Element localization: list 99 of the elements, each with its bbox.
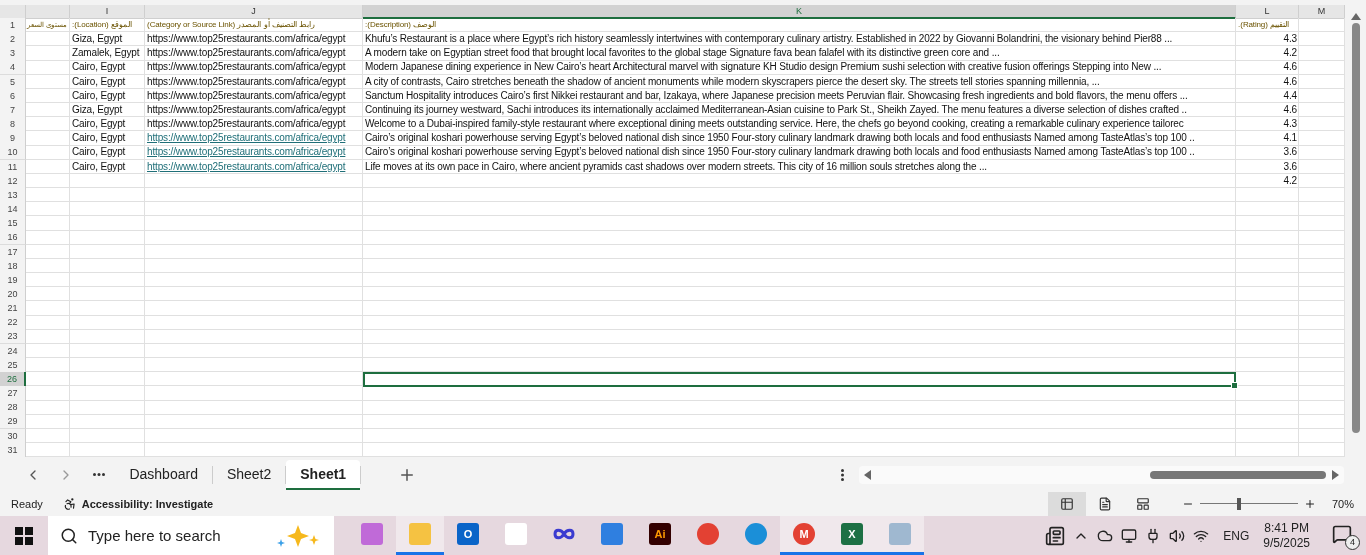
table-cell-text: Continuing its journey westward, Sachi introduces its internationally acclaimed Mediterranean-Asian cuisine to Park St., Sheikh Zayed. The menu features a diverse selection of dishes crafted .. bbox=[364, 102, 1188, 117]
taskbar-button[interactable]: M bbox=[780, 516, 828, 555]
news-icon[interactable] bbox=[1045, 525, 1066, 546]
row-header[interactable]: 4 bbox=[0, 60, 26, 76]
table-cell-text: Giza, Egypt bbox=[71, 102, 124, 117]
table-cell-text: https://www.top25restaurants.com/africa/egypt bbox=[146, 74, 347, 89]
view-button[interactable] bbox=[1047, 492, 1086, 516]
folder-icon bbox=[409, 523, 431, 545]
table-cell-text: 4.6 bbox=[1282, 60, 1298, 75]
app-icon bbox=[601, 523, 623, 545]
table-cell-text: Cairo’s original koshari powerhouse serving Egypt’s beloved national dish since 1950 Four-story culinary landmark drawing both locals and food enthusiasts Named among TasteAtlas’s top 100 .. bbox=[364, 131, 1196, 146]
search-field[interactable]: Type here to search bbox=[48, 516, 334, 555]
accessibility-icon bbox=[62, 497, 77, 511]
table-cell-text: Welcome to a Dubai-inspired family-style restaurant where exceptional dining meets outstanding service. Here, the chefs go beyond cooking, creating a remarkable culinary experience tailorec bbox=[364, 117, 1185, 132]
volume-icon[interactable] bbox=[1169, 527, 1186, 544]
infinity-icon bbox=[552, 527, 576, 541]
clock[interactable]: 8:41 PM 9/5/2025 bbox=[1263, 520, 1310, 551]
table-cell-text: 4.3 bbox=[1282, 32, 1298, 47]
column-header[interactable]: M bbox=[1299, 5, 1345, 19]
sheet-tab[interactable]: Sheet2 bbox=[212, 459, 286, 490]
link[interactable]: https://www.top25restaurants.com/africa/egypt bbox=[145, 159, 363, 175]
table-cell-text: https://www.top25restaurants.com/africa/egypt bbox=[146, 60, 347, 75]
column-header[interactable]: L bbox=[1236, 5, 1299, 19]
more-icon bbox=[840, 468, 844, 481]
row-header[interactable]: 29 bbox=[0, 414, 26, 430]
zoom-level: 70% bbox=[1331, 498, 1354, 510]
spreadsheet-icon: X bbox=[841, 523, 863, 545]
table-cell-text: 4.6 bbox=[1282, 102, 1298, 117]
taskbar-button[interactable] bbox=[876, 516, 924, 555]
table-cell-text: https://www.top25restaurants.com/africa/egypt bbox=[146, 117, 347, 132]
zoom-in-button[interactable] bbox=[1303, 498, 1316, 510]
taskbar-button[interactable]: O bbox=[444, 516, 492, 555]
more-icon bbox=[92, 473, 105, 476]
table-cell-text: Giza, Egypt bbox=[71, 32, 124, 47]
sheet-tab[interactable]: Sheet1 bbox=[286, 459, 361, 490]
row-header[interactable]: 16 bbox=[0, 230, 26, 246]
header-cell-text: الموقع (Location): bbox=[71, 19, 133, 31]
column-header[interactable]: I bbox=[70, 5, 145, 19]
table-cell-text: https://www.top25restaurants.com/africa/egypt bbox=[146, 32, 347, 47]
table-cell-text: 3.6 bbox=[1282, 145, 1298, 160]
search-icon bbox=[60, 526, 78, 545]
table-cell-text: 3.6 bbox=[1282, 159, 1298, 174]
table-cell-text: https://www.top25restaurants.com/africa/egypt bbox=[146, 46, 347, 61]
monitor-icon[interactable] bbox=[1121, 527, 1138, 544]
window-icon bbox=[889, 523, 911, 545]
table-cell-text: Khufu’s Restaurant is a place where Egypt’s rich history seamlessly intertwines with contemporary culinary artistry. Established in 2022 by Giovanni Bolandrini, the visionary behind Pier88 ... bbox=[364, 32, 1174, 47]
status-text: Ready bbox=[11, 498, 43, 510]
table-cell-text: Sanctum Hospitality introduces Cairo’s first Nikkei restaurant and bar, Izakaya, where Japanese precision meets Peruvian flair. Showcasing fresh ingredients and bold flavors, the menu offers ... bbox=[364, 88, 1189, 103]
table-cell-text: Life moves at its own pace in Cairo, where ancient pyramids cast shadows over modern streets. This city of 16 million souls stretches along the ... bbox=[364, 159, 988, 174]
table-cell-text: 4.4 bbox=[1282, 88, 1298, 103]
table-cell-text: Cairo, Egypt bbox=[71, 131, 127, 146]
column-header[interactable]: K bbox=[363, 5, 1236, 19]
windows-icon bbox=[15, 526, 33, 545]
sheet-tab[interactable]: Dashboard bbox=[115, 459, 212, 490]
header-cell-text: الوصف (Description): bbox=[364, 19, 438, 31]
selected-cell[interactable] bbox=[363, 371, 1236, 387]
table-cell-text: Cairo, Egypt bbox=[71, 117, 127, 132]
mail-app-icon: O bbox=[457, 523, 479, 545]
copilot-icon bbox=[361, 523, 383, 545]
header-cell-text: التقييم (Rating). bbox=[1237, 19, 1290, 31]
browser-icon bbox=[745, 523, 767, 545]
fill-handle[interactable] bbox=[1231, 381, 1238, 389]
link[interactable]: https://www.top25restaurants.com/africa/egypt bbox=[145, 131, 363, 147]
language-indicator[interactable]: ENG bbox=[1223, 528, 1250, 543]
column-header[interactable]: J bbox=[145, 5, 363, 19]
cards-icon bbox=[505, 523, 527, 545]
table-cell-text: 4.2 bbox=[1282, 173, 1298, 188]
header-cell-text: رابط التصنيف أو المصدر (Category or Source Link) bbox=[146, 18, 317, 31]
grid-view-icon bbox=[1059, 497, 1074, 511]
zoom-slider-thumb[interactable] bbox=[1237, 498, 1242, 510]
browser-icon: M bbox=[793, 523, 815, 545]
table-cell-text: A modern take on Egyptian street food that brought local favorites to the global stage Signature fava bean falafel with its distinctive green core and ... bbox=[364, 46, 1001, 61]
taskbar-button[interactable] bbox=[396, 516, 444, 555]
table-cell-text: Cairo, Egypt bbox=[71, 88, 127, 103]
accessibility-button[interactable]: Accessibility: Investigate bbox=[62, 497, 214, 511]
table-cell-text: Modern Japanese dining experience in New Cairo’s heart Architectural marvel with signature KH Studio design Premium sushi selection with creative fusion offerings Stepping into New ... bbox=[364, 60, 1163, 75]
table-cell-text: Zamalek, Egypt bbox=[71, 46, 141, 61]
browser-icon bbox=[697, 523, 719, 545]
table-cell-text: A city of contrasts, Cairo stretches beneath the shadow of ancient monuments while modern skyscrapers pierce the desert sky. The streets tell stories spanning millennia, ... bbox=[364, 74, 1101, 89]
table-cell-text: Cairo, Egypt bbox=[71, 145, 127, 160]
table-cell-text: Cairo, Egypt bbox=[71, 74, 127, 89]
table-cell-text: Cairo, Egypt bbox=[71, 159, 127, 174]
row-header[interactable]: 23 bbox=[0, 329, 26, 345]
link[interactable]: https://www.top25restaurants.com/africa/egypt bbox=[145, 145, 363, 161]
table-cell-text: 4.6 bbox=[1282, 74, 1298, 89]
taskbar-button[interactable]: X bbox=[828, 516, 876, 555]
illustrator-icon: Ai bbox=[649, 523, 671, 545]
table-cell-text: 4.1 bbox=[1282, 131, 1298, 146]
horizontal-scrollbar[interactable] bbox=[858, 465, 1344, 484]
table-cell-text: Cairo, Egypt bbox=[71, 60, 127, 75]
table-cell-text: 4.2 bbox=[1282, 46, 1298, 61]
row-header[interactable]: 10 bbox=[0, 145, 26, 161]
page-break-icon bbox=[1135, 497, 1150, 511]
table-cell-text: Cairo’s original koshari powerhouse serving Egypt’s beloved national dish since 1950 Four-story culinary landmark drawing both locals and food enthusiasts Named among TasteAtlas’s top 100 .. bbox=[364, 145, 1196, 160]
page-view-icon bbox=[1097, 497, 1112, 511]
table-cell-text: 4.3 bbox=[1282, 117, 1298, 132]
taskbar-button[interactable]: Ai bbox=[636, 516, 684, 555]
table-cell-text: https://www.top25restaurants.com/africa/egypt bbox=[146, 102, 347, 117]
table-cell-text: https://www.top25restaurants.com/africa/egypt bbox=[146, 88, 347, 103]
